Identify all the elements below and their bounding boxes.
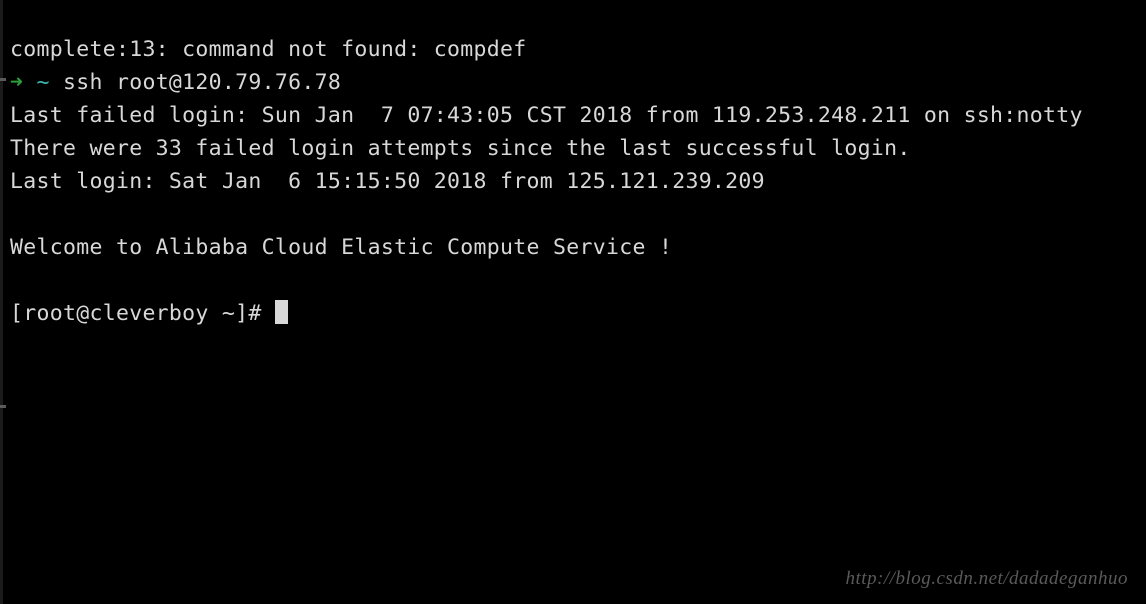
ssh-command: ssh root@120.79.76.78: [63, 70, 341, 95]
shell-prompt: [root@cleverboy ~]#: [10, 301, 275, 326]
prompt-arrow-icon: ➜: [10, 70, 23, 95]
terminal-line: There were 33 failed login attempts sinc…: [10, 136, 911, 161]
terminal-line: Last failed login: Sun Jan 7 07:43:05 CS…: [10, 103, 1083, 128]
window-left-edge: [0, 0, 3, 604]
terminal-output[interactable]: complete:13: command not found: compdef …: [0, 0, 1146, 330]
watermark-text: http://blog.csdn.net/dadadeganhuo: [846, 568, 1128, 590]
cursor-icon[interactable]: [275, 300, 288, 324]
prompt-path: ~: [23, 70, 63, 95]
gutter-mark: [0, 405, 6, 408]
terminal-line: complete:13: command not found: compdef: [10, 37, 527, 62]
gutter-mark: [0, 78, 6, 81]
terminal-line: Welcome to Alibaba Cloud Elastic Compute…: [10, 235, 672, 260]
terminal-line: Last login: Sat Jan 6 15:15:50 2018 from…: [10, 169, 765, 194]
